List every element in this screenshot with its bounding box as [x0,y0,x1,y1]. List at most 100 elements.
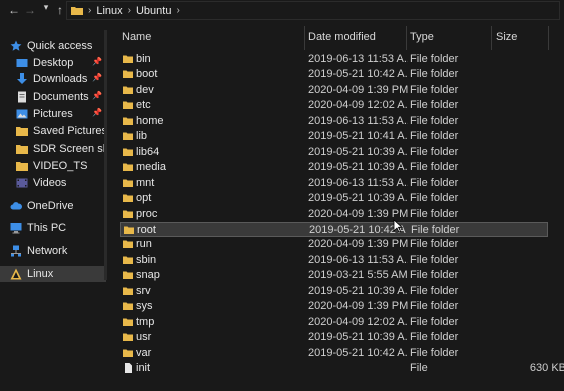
back-arrow-icon[interactable]: ← [6,3,22,17]
mouse-pointer-icon [393,219,403,233]
file-name: run [136,238,152,251]
folder-icon [16,145,28,154]
file-row-snap[interactable]: snap 2019-03-21 5:55 AM File folder [120,268,548,283]
breadcrumb-linux[interactable]: Linux [96,5,122,17]
navigation-pane-scrollbar[interactable] [104,30,107,280]
pictures-icon [16,109,28,119]
file-type: File folder [410,315,459,328]
folder-icon [71,7,83,15]
folder-icon [123,70,133,79]
file-type: File folder [410,331,459,344]
file-row-proc[interactable]: proc 2020-04-09 1:39 PM File folder [120,207,548,222]
file-type: File folder [410,238,459,251]
file-type: File folder [410,53,459,65]
star-icon [10,40,22,51]
sidebar-item-label: Pictures [33,108,73,120]
column-divider[interactable] [548,26,549,50]
file-type: File folder [410,176,459,189]
file-date-modified: 2019-05-21 10:39 A... [308,331,408,344]
sidebar-item-pictures[interactable]: Pictures 📌 [16,106,106,122]
sidebar-item-this-pc[interactable]: This PC [10,220,106,236]
breadcrumb-separator-icon: › [176,5,180,16]
network-icon [11,245,21,257]
sidebar-item-sdr-screen-shots[interactable]: SDR Screen shots [16,141,106,157]
file-name: dev [136,83,154,96]
file-row-var[interactable]: var 2019-05-21 10:42 A... File folder [120,346,548,361]
documents-icon [18,91,26,103]
file-name: tmp [136,315,155,328]
file-name: lib64 [136,145,160,158]
file-row-srv[interactable]: srv 2019-05-21 10:39 A... File folder [120,284,548,299]
folder-icon [123,349,133,357]
column-divider[interactable] [304,26,305,50]
file-row-sys[interactable]: sys 2020-04-09 1:39 PM File folder [120,299,548,314]
file-row-etc[interactable]: etc 2020-04-09 12:02 A... File folder [120,98,548,113]
sidebar-item-videos[interactable]: Videos [16,175,106,191]
file-row-mnt[interactable]: mnt 2019-06-13 11:53 A... File folder [120,176,548,191]
file-type: File [410,362,428,374]
column-header-date-modified[interactable]: Date modified [308,31,376,43]
sidebar-item-quick-access[interactable]: Quick access [10,38,116,54]
file-row-home[interactable]: home 2019-06-13 11:53 A... File folder [120,114,548,129]
download-icon [17,73,27,84]
file-date-modified: 2019-03-21 5:55 AM [308,269,408,282]
file-row-lib[interactable]: lib 2019-05-21 10:41 A... File folder [120,129,548,144]
file-name: proc [136,207,158,220]
file-type: File folder [410,130,459,143]
column-header-name[interactable]: Name [122,31,151,43]
breadcrumb[interactable]: › Linux › Ubuntu › [66,1,560,20]
file-row-bin[interactable]: bin 2019-06-13 11:53 A... File folder [120,52,548,67]
file-type: File folder [410,300,459,313]
file-date-modified: 2020-04-09 12:02 A... [308,315,408,328]
file-row-boot[interactable]: boot 2019-05-21 10:42 A... File folder [120,67,548,82]
file-row-sbin[interactable]: sbin 2019-06-13 11:53 A... File folder [120,253,548,268]
column-header-size[interactable]: Size [496,31,517,43]
file-row-lib64[interactable]: lib64 2019-05-21 10:39 A... File folder [120,145,548,160]
sidebar-item-network[interactable]: Network [10,243,106,259]
folder-icon [123,271,133,280]
file-row-media[interactable]: media 2019-05-21 10:39 A... File folder [120,160,548,175]
breadcrumb-separator-icon: › [127,5,131,16]
file-size: 630 KB [529,362,564,374]
file-row-root[interactable]: root 2019-05-21 10:42 A File folder [120,221,548,237]
folder-icon [123,210,133,218]
folder-icon [16,162,28,171]
folder-icon [123,287,133,295]
file-date-modified: 2020-04-09 1:39 PM [308,238,408,251]
column-header-type[interactable]: Type [410,31,434,43]
file-row-init[interactable]: init File 630 KB [120,361,564,376]
file-row-usr[interactable]: usr 2019-05-21 10:39 A... File folder [120,330,548,345]
column-header-row: Name Date modified Type Size [108,26,564,50]
column-divider[interactable] [406,26,407,50]
file-type: File folder [410,68,459,81]
sidebar-item-saved-pictures[interactable]: Saved Pictures [16,123,106,139]
sidebar-item-label: Linux [27,268,54,280]
file-name: bin [136,53,151,65]
file-type: File folder [410,99,459,112]
pin-icon: 📌 [92,91,102,100]
sidebar-item-documents[interactable]: Documents 📌 [16,89,106,105]
sidebar-item-linux[interactable]: Linux [0,266,106,282]
folder-icon [123,132,133,141]
file-type: File folder [410,114,459,127]
sidebar-item-desktop[interactable]: Desktop 📌 [16,55,106,71]
sidebar-item-label: Quick access [27,40,93,52]
file-date-modified: 2019-06-13 11:53 A... [308,176,408,189]
sidebar-item-downloads[interactable]: Downloads 📌 [16,71,106,87]
breadcrumb-ubuntu[interactable]: Ubuntu [136,5,171,17]
file-row-dev[interactable]: dev 2020-04-09 1:39 PM File folder [120,83,548,98]
navigation-pane: Quick access Desktop 📌 Downloads 📌 Docum… [0,30,106,391]
file-date-modified: 2019-05-21 10:42 A... [308,346,408,359]
file-row-opt[interactable]: opt 2019-05-21 10:39 A... File folder [120,191,548,206]
file-type: File folder [410,161,459,174]
file-row-tmp[interactable]: tmp 2020-04-09 12:02 A... File folder [120,315,548,330]
file-row-run[interactable]: run 2020-04-09 1:39 PM File folder [120,237,548,252]
sidebar-item-label: OneDrive [27,200,74,212]
file-type: File folder [410,192,459,205]
forward-arrow-icon[interactable]: → [22,3,38,17]
sidebar-item-label: Desktop [33,57,74,69]
sidebar-item-onedrive[interactable]: OneDrive [10,198,106,214]
sidebar-item-video-ts[interactable]: VIDEO_TS [16,158,106,174]
folder-icon [16,127,28,136]
column-divider[interactable] [491,26,492,50]
